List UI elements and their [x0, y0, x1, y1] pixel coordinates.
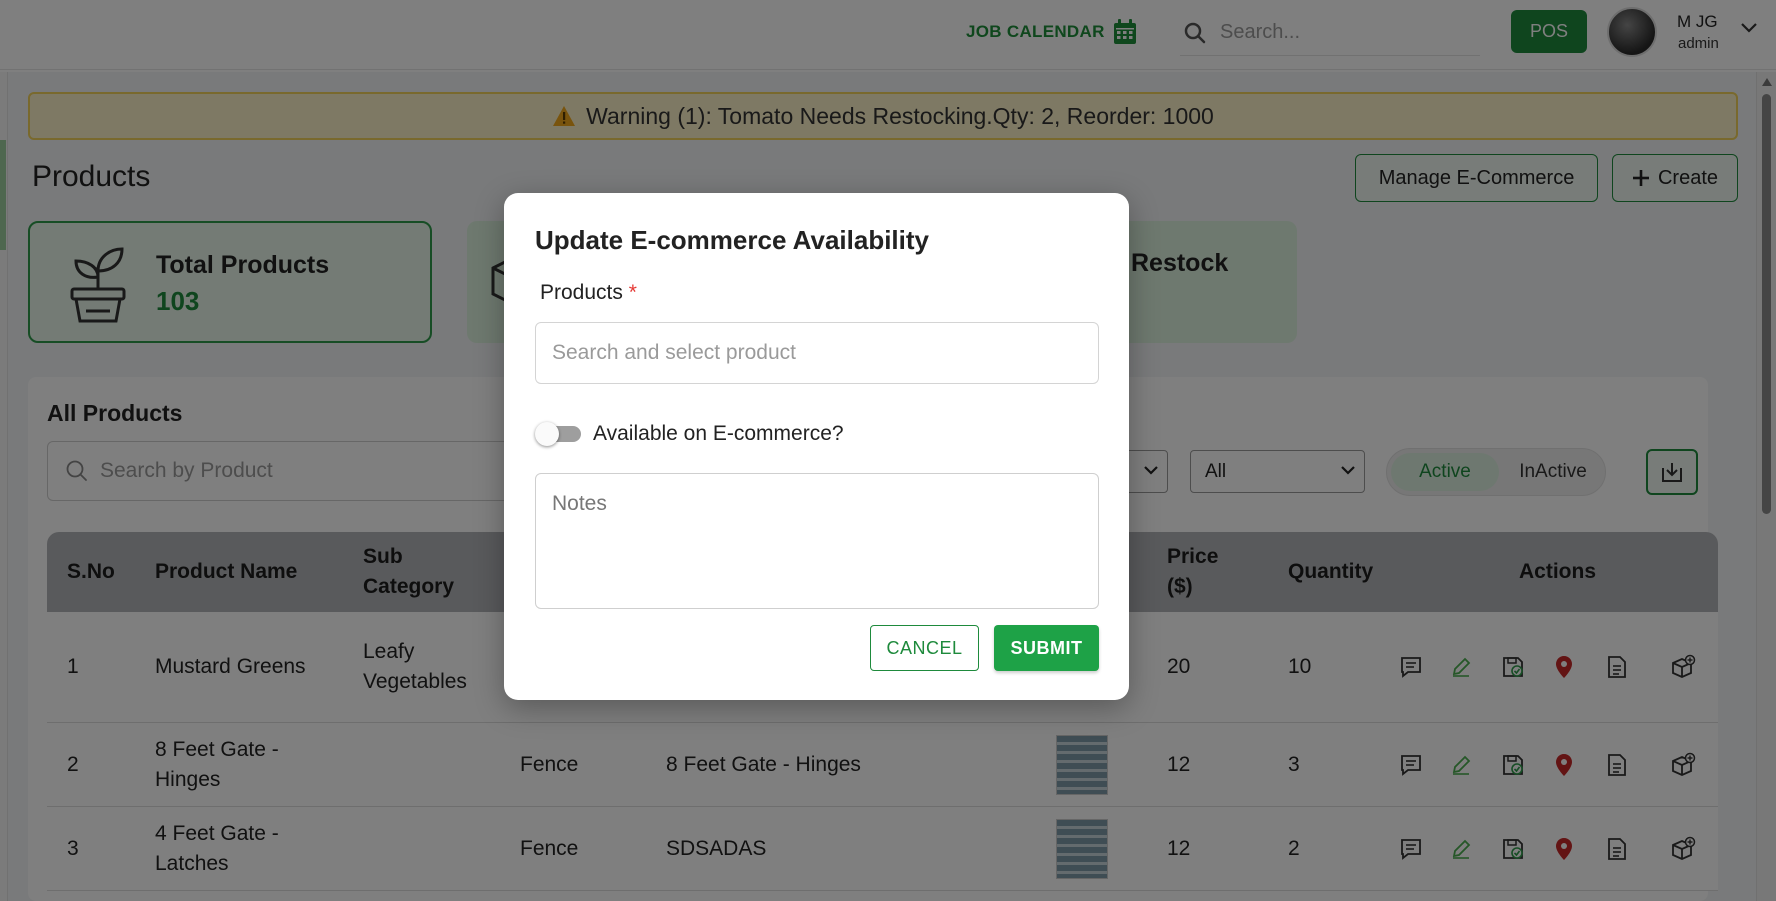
product-select-input[interactable]: [535, 322, 1099, 384]
switch-knob: [535, 422, 559, 446]
availability-label: Available on E-commerce?: [593, 422, 844, 445]
required-marker: *: [628, 281, 637, 304]
ecommerce-availability-dialog: Update E-commerce Availability Products …: [504, 193, 1129, 700]
products-field-label: Products *: [540, 281, 637, 305]
submit-button[interactable]: SUBMIT: [994, 625, 1099, 671]
dialog-title: Update E-commerce Availability: [535, 225, 929, 255]
ecommerce-availability-switch[interactable]: [535, 420, 583, 448]
cancel-button[interactable]: CANCEL: [870, 625, 979, 671]
products-label-text: Products: [540, 281, 623, 304]
notes-textarea[interactable]: [535, 473, 1099, 609]
